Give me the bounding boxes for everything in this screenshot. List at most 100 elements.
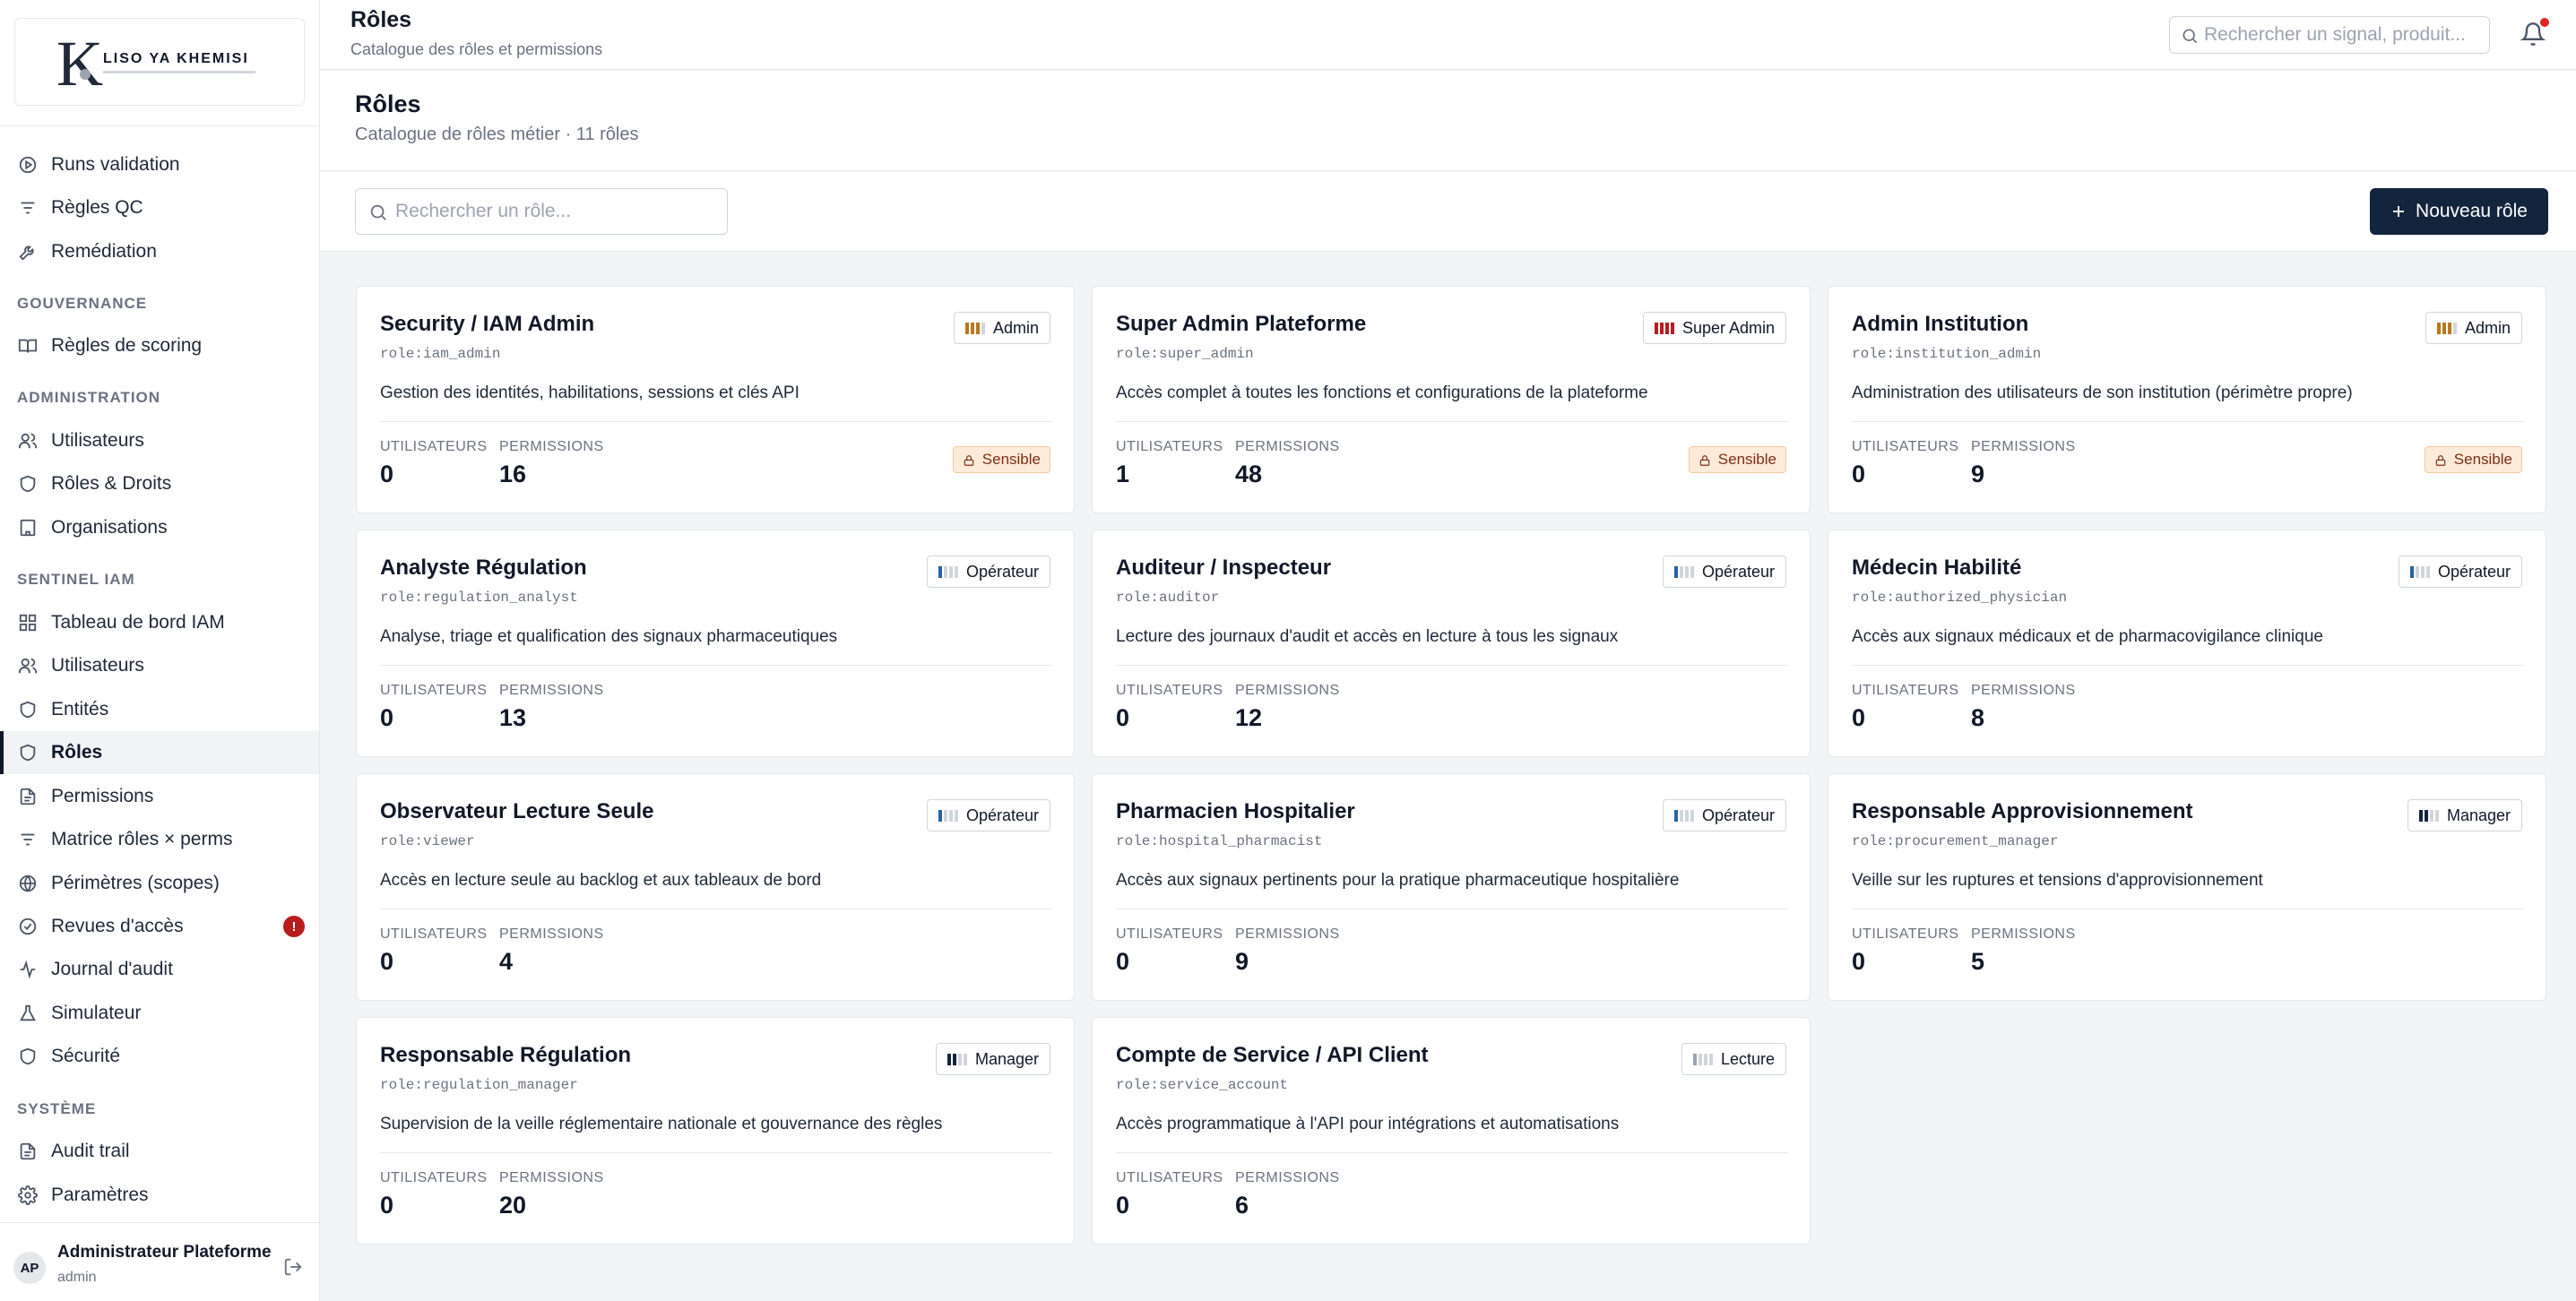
role-level-badge: Manager — [2407, 799, 2522, 831]
list-filter-icon — [18, 830, 38, 849]
role-name: Pharmacien Hospitalier — [1116, 799, 1355, 823]
role-card-regulation-analyst[interactable]: Analyste Régulation Opérateur role:regulat… — [356, 530, 1075, 757]
level-bars-icon — [947, 1053, 967, 1065]
sidebar-item-label: Paramètres — [51, 1185, 149, 1205]
divider — [1852, 421, 2524, 422]
sidebar-item-entites[interactable]: Entités — [0, 688, 319, 731]
role-level-label: Opérateur — [1701, 562, 1775, 581]
role-name: Auditeur / Inspecteur — [1116, 556, 1332, 580]
role-search-input[interactable] — [395, 189, 718, 234]
role-name: Médecin Habilité — [1852, 556, 2022, 580]
users-count: 0 — [1852, 948, 1866, 975]
sidebar-item-securite[interactable]: Sécurité — [0, 1035, 319, 1078]
role-card-hospital-pharmacist[interactable]: Pharmacien Hospitalier Opérateur role:hosp… — [1092, 773, 1811, 1001]
role-name: Observateur Lecture Seule — [380, 799, 654, 823]
sidebar-item-journal-d-audit[interactable]: Journal d'audit — [0, 948, 319, 991]
users-stat-label: UTILISATEURS — [1116, 1170, 1223, 1185]
sidebar-item-runs-validation[interactable]: Runs validation — [0, 143, 319, 186]
sidebar-item-organisations[interactable]: Organisations — [0, 506, 319, 549]
brand-logo[interactable]: K LISO YA KHEMISI — [14, 18, 305, 106]
users-count: 0 — [1116, 948, 1130, 975]
role-level-badge: Admin — [2425, 312, 2522, 344]
role-description: Gestion des identités, habilitations, se… — [380, 383, 800, 402]
globe-icon — [18, 874, 38, 893]
new-role-button[interactable]: Nouveau rôle — [2370, 188, 2548, 235]
sidebar-item-audit-trail[interactable]: Audit trail — [0, 1130, 319, 1173]
sidebar-item-regles-de-scoring[interactable]: Règles de scoring — [0, 324, 319, 367]
role-code: role:institution_admin — [1852, 346, 2042, 362]
shield-icon — [18, 743, 38, 763]
role-card-institution-admin[interactable]: Admin Institution Admin role:institution_a… — [1828, 286, 2546, 513]
role-level-badge: Admin — [953, 312, 1050, 344]
sidebar-item-label: Utilisateurs — [51, 655, 144, 676]
users-icon — [18, 431, 38, 451]
sidebar-item-label: Revues d'accès — [51, 916, 184, 936]
role-name: Responsable Approvisionnement — [1852, 799, 2193, 823]
page-title: Rôles — [355, 90, 421, 117]
sidebar-item-regles-qc[interactable]: Règles QC — [0, 186, 319, 229]
building-icon — [18, 518, 38, 538]
sidebar-item-utilisateurs[interactable]: Utilisateurs — [0, 644, 319, 687]
users-icon — [18, 656, 38, 676]
role-level-badge: Manager — [935, 1043, 1050, 1075]
permissions-count: 20 — [499, 1192, 527, 1219]
sidebar-item-perimetres-scopes[interactable]: Périmètres (scopes) — [0, 862, 319, 905]
logout-icon[interactable] — [283, 1257, 303, 1277]
play-circle-icon — [18, 155, 38, 175]
role-card-regulation-manager[interactable]: Responsable Régulation Manager role:regula… — [356, 1017, 1075, 1245]
document-icon — [18, 787, 38, 806]
permissions-stat-label: PERMISSIONS — [1971, 926, 2076, 942]
role-level-label: Opérateur — [2437, 562, 2511, 581]
dashboard-icon — [18, 613, 38, 633]
permissions-stat-label: PERMISSIONS — [1235, 683, 1340, 698]
permissions-stat-label: PERMISSIONS — [499, 1170, 604, 1185]
users-stat-label: UTILISATEURS — [1116, 926, 1223, 942]
sidebar-item-remediation[interactable]: Remédiation — [0, 230, 319, 273]
permissions-stat-label: PERMISSIONS — [1235, 1170, 1340, 1185]
wrench-icon — [18, 242, 38, 262]
sidebar-item-label: Rôles & Droits — [51, 473, 172, 494]
sidebar-item-roles[interactable]: Rôles — [0, 731, 319, 774]
permissions-stat-label: PERMISSIONS — [1971, 683, 2076, 698]
role-card-iam-admin[interactable]: Security / IAM Admin Admin role:iam_admin G… — [356, 286, 1075, 513]
divider — [1116, 421, 1788, 422]
sidebar-item-label: Runs validation — [51, 154, 180, 175]
sidebar-item-revues-d-acces[interactable]: Revues d'accès! — [0, 905, 319, 948]
sidebar-item-matrice-roles-perms[interactable]: Matrice rôles × perms — [0, 818, 319, 861]
role-card-service-account[interactable]: Compte de Service / API Client Lecture rol… — [1092, 1017, 1811, 1245]
check-circle-icon — [18, 917, 38, 936]
permissions-count: 9 — [1235, 948, 1249, 975]
level-bars-icon — [938, 565, 958, 578]
sidebar-item-utilisateurs[interactable]: Utilisateurs — [0, 419, 319, 462]
role-card-super-admin[interactable]: Super Admin Plateforme Super Admin role:su… — [1092, 286, 1811, 513]
sidebar-item-simulateur[interactable]: Simulateur — [0, 992, 319, 1035]
notification-dot — [2540, 18, 2549, 27]
sensitive-badge: Sensible — [1688, 446, 1786, 473]
avatar[interactable]: AP — [13, 1252, 46, 1284]
sidebar-item-label: Remédiation — [51, 241, 157, 262]
sidebar-item-permissions[interactable]: Permissions — [0, 775, 319, 818]
role-card-auditor[interactable]: Auditeur / Inspecteur Opérateur role:audit… — [1092, 530, 1811, 757]
role-level-badge: Opérateur — [926, 799, 1050, 831]
role-card-viewer[interactable]: Observateur Lecture Seule Opérateur role:v… — [356, 773, 1075, 1001]
role-level-label: Opérateur — [965, 806, 1039, 824]
role-card-authorized-physician[interactable]: Médecin Habilité Opérateur role:authorized… — [1828, 530, 2546, 757]
sidebar-item-roles-droits[interactable]: Rôles & Droits — [0, 462, 319, 505]
permissions-count: 16 — [499, 461, 527, 487]
sidebar-item-label: Journal d'audit — [51, 959, 173, 979]
sidebar-item-label: Règles QC — [51, 197, 143, 218]
level-bars-icon — [1673, 565, 1694, 578]
level-bars-icon — [2409, 565, 2430, 578]
topbar-title: Rôles — [350, 7, 412, 32]
role-description: Accès aux signaux pertinents pour la pra… — [1116, 871, 1680, 890]
users-count: 0 — [380, 704, 394, 731]
global-search-input[interactable] — [2204, 17, 2482, 53]
sidebar-item-tableau-de-bord-iam[interactable]: Tableau de bord IAM — [0, 601, 319, 644]
sidebar-item-anomalies[interactable]: Anomalies — [0, 126, 319, 142]
users-stat-label: UTILISATEURS — [380, 1170, 488, 1185]
gear-icon — [18, 1185, 38, 1205]
role-card-procurement-manager[interactable]: Responsable Approvisionnement Manager role… — [1828, 773, 2546, 1001]
sidebar-item-parametres[interactable]: Paramètres — [0, 1174, 319, 1217]
role-code: role:auditor — [1116, 590, 1220, 606]
sidebar-section-gouvernance: GOUVERNANCE — [17, 295, 148, 312]
